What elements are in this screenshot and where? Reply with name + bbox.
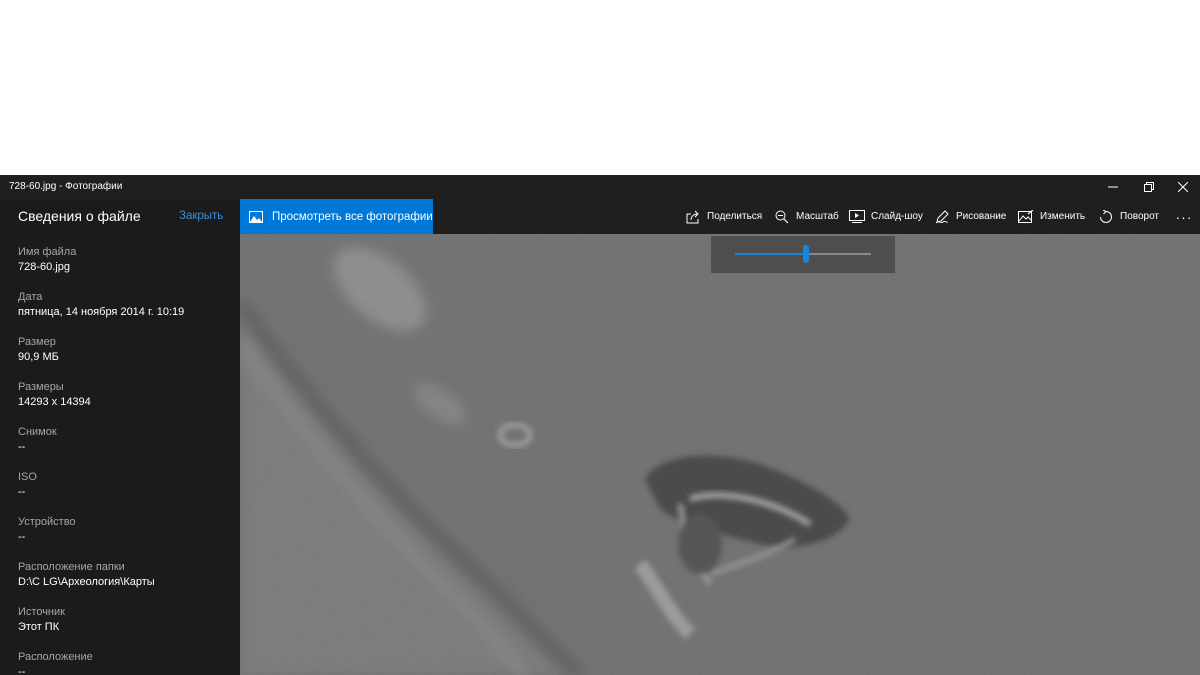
prop-label: Размер xyxy=(18,336,56,348)
share-button[interactable]: Поделиться xyxy=(685,199,762,234)
prop-value: Этот ПК xyxy=(18,621,60,633)
command-bar: Просмотреть все фотографии Поделиться Ма… xyxy=(240,199,1200,234)
pen-icon xyxy=(934,209,950,225)
prop-value: пятница, 14 ноября 2014 г. 10:19 xyxy=(18,306,185,318)
picture-icon xyxy=(248,209,264,225)
prop-label: Размеры xyxy=(18,381,64,393)
restore-icon xyxy=(1144,182,1154,192)
prop-label: Дата xyxy=(18,291,43,303)
share-icon xyxy=(685,209,701,225)
view-all-photos-label: Просмотреть все фотографии xyxy=(272,210,433,223)
prop-value: 14293 x 14394 xyxy=(18,396,91,408)
zoom-popup xyxy=(711,236,895,273)
rotate-icon xyxy=(1098,209,1114,225)
file-info-heading: Сведения о файле xyxy=(18,208,141,224)
zoom-slider-track[interactable] xyxy=(735,245,871,263)
prop-location: Расположение -- xyxy=(18,650,93,675)
draw-button[interactable]: Рисование xyxy=(934,199,1006,234)
photo-canvas[interactable] xyxy=(240,234,1200,675)
zoom-slider-fill xyxy=(735,253,806,255)
prop-date: Дата пятница, 14 ноября 2014 г. 10:19 xyxy=(18,290,184,319)
zoom-out-icon xyxy=(774,209,790,225)
title-bar: 728-60.jpg - Фотографии xyxy=(0,175,1200,199)
edit-label: Изменить xyxy=(1040,211,1086,222)
prop-label: Имя файла xyxy=(18,246,77,258)
prop-value: -- xyxy=(18,441,26,453)
edit-image-icon xyxy=(1018,209,1034,225)
view-all-photos-button[interactable]: Просмотреть все фотографии xyxy=(240,199,433,234)
share-label: Поделиться xyxy=(707,211,763,222)
photos-app-window: 728-60.jpg - Фотографии Сведения о файле… xyxy=(0,175,1200,675)
slideshow-label: Слайд-шоу xyxy=(871,211,923,222)
prop-value: -- xyxy=(18,486,26,498)
prop-size: Размер 90,9 МБ xyxy=(18,335,59,364)
prop-file-name: Имя файла 728-60.jpg xyxy=(18,245,76,274)
photo-image xyxy=(240,234,1200,675)
prop-device: Устройство -- xyxy=(18,515,76,544)
zoom-label: Масштаб xyxy=(796,211,839,222)
prop-folder-location: Расположение папки D:\C LG\Археология\Ка… xyxy=(18,560,155,589)
prop-value: 728-60.jpg xyxy=(18,261,70,273)
prop-label: ISO xyxy=(18,471,37,483)
window-title: 728-60.jpg - Фотографии xyxy=(9,181,123,192)
close-window-button[interactable] xyxy=(1165,175,1200,199)
close-info-panel-link[interactable]: Закрыть xyxy=(179,210,223,222)
more-options-button[interactable]: ··· xyxy=(1174,199,1194,234)
prop-source: Источник Этот ПК xyxy=(18,605,65,634)
prop-shot: Снимок -- xyxy=(18,425,57,454)
rotate-button[interactable]: Поворот xyxy=(1098,199,1159,234)
prop-iso: ISO -- xyxy=(18,470,37,499)
minimize-icon xyxy=(1108,186,1118,188)
prop-label: Устройство xyxy=(18,516,76,528)
prop-label: Расположение xyxy=(18,651,93,663)
file-info-panel: Сведения о файле Закрыть Имя файла 728-6… xyxy=(0,199,240,675)
prop-label: Снимок xyxy=(18,426,57,438)
prop-value: 90,9 МБ xyxy=(18,351,59,363)
minimize-button[interactable] xyxy=(1095,175,1131,199)
slideshow-icon xyxy=(849,209,865,225)
desktop-background xyxy=(0,0,1200,175)
prop-label: Источник xyxy=(18,606,65,618)
prop-value: D:\C LG\Археология\Карты xyxy=(18,576,155,588)
zoom-button[interactable]: Масштаб xyxy=(774,199,839,234)
prop-value: -- xyxy=(18,531,26,543)
restore-button[interactable] xyxy=(1131,175,1167,199)
zoom-slider-thumb[interactable] xyxy=(802,245,809,263)
slideshow-button[interactable]: Слайд-шоу xyxy=(849,199,923,234)
rotate-label: Поворот xyxy=(1120,211,1159,222)
prop-dimensions: Размеры 14293 x 14394 xyxy=(18,380,91,409)
prop-value: -- xyxy=(18,666,26,675)
close-icon xyxy=(1178,182,1188,192)
edit-button[interactable]: Изменить xyxy=(1018,199,1085,234)
draw-label: Рисование xyxy=(956,211,1007,222)
prop-label: Расположение папки xyxy=(18,561,125,573)
